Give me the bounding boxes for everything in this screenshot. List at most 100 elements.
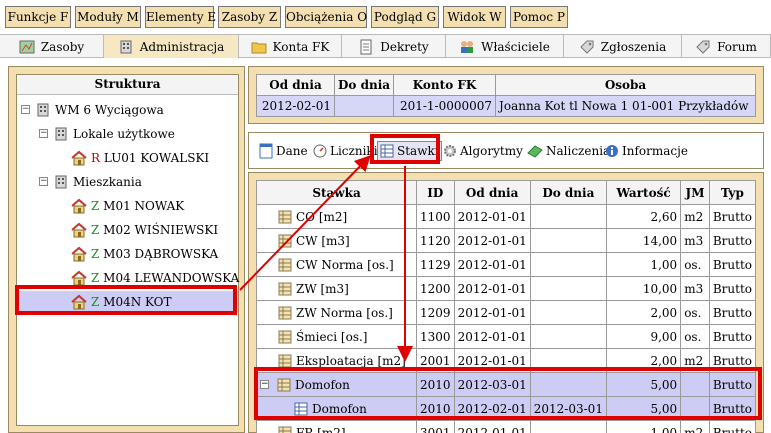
stawka-label: CW [m3] [296,233,350,248]
rate-do-dnia [529,420,607,433]
subtab-informacje[interactable]: Informacje [605,141,688,161]
subtab-label: Stawki [397,144,439,158]
tree-item-text: M04N KOT [103,295,172,309]
column-header[interactable]: ID [416,180,455,205]
table-row[interactable]: Domofon 2010 2012-02-01 2012-03-01 5,00 Brutt… [256,396,756,421]
subtab-liczniki[interactable]: Liczniki [313,141,378,161]
menu-obciazenia[interactable]: Obciążenia O [285,6,367,28]
subtab-algorytmy[interactable]: Algorytmy [443,141,523,161]
tree-item-text: Lokale użytkowe [73,127,175,141]
column-header[interactable]: Typ [708,180,756,205]
subtab-bar: Dane Liczniki Stawki Algorytmy Naliczeni… [248,132,764,169]
tab-wlasciciele[interactable]: Właściciele [446,35,564,58]
rate-id: 1129 [416,252,455,277]
subtab-label: Dane [276,144,308,158]
menu-moduly[interactable]: Moduły M [75,6,141,28]
tree-item[interactable]: − Lokale użytkowe [17,123,238,145]
table-row[interactable]: CO [m2] 1100 2012-01-01 2,60 m2 Brutto [256,204,756,229]
page-icon [259,143,273,159]
tree-item-label: WM 6 Wyciągowa [55,99,164,121]
rate-typ: Brutto [708,372,756,397]
status-prefix: Z [91,295,100,309]
status-prefix: Z [91,247,100,261]
table-row[interactable]: FR [m2] 3001 2012-01-01 1,00 m2 Brutto [256,420,756,433]
owner-row[interactable]: 2012-02-01 201-1-0000007 Joanna Kot tl N… [256,95,756,117]
collapse-toggle[interactable]: − [39,177,48,186]
building-icon [120,40,132,53]
tab-konta-fk[interactable]: Konta FK [239,35,342,58]
house-icon [71,198,87,214]
document-icon [360,39,372,54]
rate-wartosc: 1,00 [605,420,682,433]
rate-wartosc: 5,00 [605,372,682,397]
owner-od-dnia: 2012-02-01 [256,95,335,117]
structure-panel: Struktura − WM 6 Wyciągowa − Lokale użytkow… [8,66,245,433]
rate-typ: Brutto [708,276,756,301]
rate-do-dnia [529,372,607,397]
status-prefix: Z [91,271,100,285]
collapse-toggle[interactable]: − [39,129,48,138]
table-row[interactable]: − Domofon 2010 2012-03-01 5,00 Brutto [256,372,756,397]
tab-zasoby[interactable]: Zasoby [0,35,104,58]
column-header[interactable]: Stawka [256,180,418,205]
menu-pomoc[interactable]: Pomoc P [510,6,568,28]
rate-jm [680,372,710,397]
tree-item-text: LU01 KOWALSKI [103,151,210,165]
tree-item[interactable]: − Mieszkania [17,171,238,193]
rate-jm: m3 [680,276,710,301]
rate-od-dnia: 2012-01-01 [453,252,531,277]
tab-administracja[interactable]: Administracja [104,35,239,58]
menu-podglad[interactable]: Podgląd G [371,6,439,28]
folder-icon [251,42,267,53]
house-icon [71,270,87,286]
tab-label: Konta FK [272,39,330,54]
table-row[interactable]: ZW [m3] 1200 2012-01-01 10,00 m3 Brutto [256,276,756,301]
menu-elementy[interactable]: Elementy E [145,6,216,28]
tree-item[interactable]: Z M03 DĄBROWSKA [17,243,238,265]
tree-item[interactable]: Z M02 WIŚNIEWSKI [17,219,238,241]
column-header[interactable]: JM [680,180,710,205]
column-header[interactable]: Od dnia [453,180,531,205]
column-header[interactable]: Do dnia [529,180,607,205]
tree-item[interactable]: Z M04 LEWANDOWSKA [17,267,239,289]
collapse-toggle[interactable]: − [260,380,269,389]
owner-panel: Od dnia Do dnia Konto FK Osoba 2012-02-0… [248,66,764,124]
tree-item-text: M03 DĄBROWSKA [103,247,219,261]
tab-dekrety[interactable]: Dekrety [342,35,446,58]
table-icon [294,402,308,415]
stawka-cell: Domofon [256,396,418,421]
rate-typ: Brutto [708,300,756,325]
table-row[interactable]: Eksploatacja [m2] 2001 2012-01-01 2,00 m2 Bru… [256,348,756,373]
tree-item[interactable]: − WM 6 Wyciągowa [17,99,238,121]
rate-id: 2001 [416,348,455,373]
subtab-naliczenia[interactable]: Naliczenia [527,141,610,161]
rates-scroll-area[interactable]: Stawka ID Od dnia Do dnia Wartość JM Typ… [256,180,756,433]
menu-widok[interactable]: Widok W [443,6,506,28]
tree-item[interactable]: Z M01 NOWAK [17,195,238,217]
menu-funkcje[interactable]: Funkcje F [5,6,71,28]
table-row[interactable]: CW [m3] 1120 2012-01-01 14,00 m3 Brutto [256,228,756,253]
status-prefix: Z [91,199,100,213]
tree-item-label: Z M04 LEWANDOWSKA [91,267,239,289]
menu-zasoby[interactable]: Zasoby Z [218,6,281,28]
tab-forum[interactable]: Forum [682,35,771,58]
table-row[interactable]: Śmieci [os.] 1300 2012-01-01 9,00 os. Brutto [256,324,756,349]
tree-item[interactable]: Z M04N KOT [17,291,238,313]
rate-od-dnia: 2012-01-01 [453,420,531,433]
stawka-label: CW Norma [os.] [296,257,394,272]
column-header[interactable]: Wartość [605,180,682,205]
table-row[interactable]: CW Norma [os.] 1129 2012-01-01 1,00 os. Brutt… [256,252,756,277]
collapse-toggle[interactable]: − [21,105,30,114]
table-row[interactable]: ZW Norma [os.] 1209 2012-01-01 2,00 os. Brutt… [256,300,756,325]
rate-do-dnia [529,276,607,301]
subtab-dane[interactable]: Dane [259,141,308,161]
rate-wartosc: 2,60 [605,204,682,229]
house-icon [71,222,87,238]
rate-id: 2010 [416,372,455,397]
tab-zgloszenia[interactable]: Zgłoszenia [564,35,682,58]
tree-item[interactable]: R LU01 KOWALSKI [17,147,238,169]
subtab-label: Informacje [622,144,688,158]
rate-typ: Brutto [708,420,756,433]
rate-table-icon [278,234,292,247]
subtab-stawki[interactable]: Stawki [377,141,442,161]
